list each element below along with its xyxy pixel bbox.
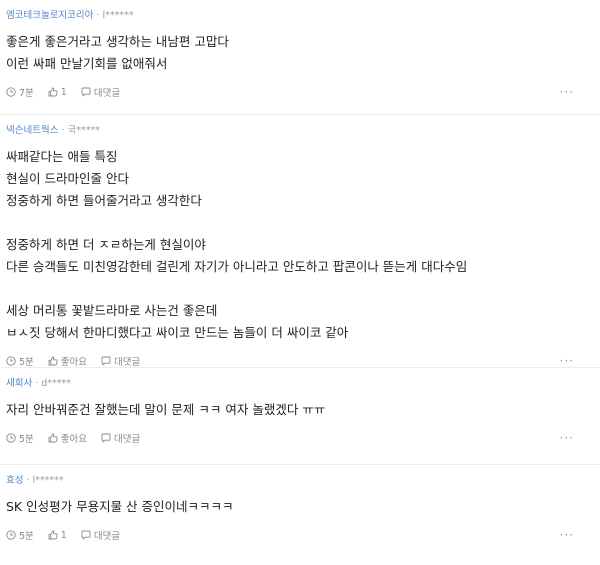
comment-footer: 5분 좋아요 대댓글 ··· xyxy=(6,431,600,445)
comment-text: 좋은게 좋은거라고 생각하는 내남편 고맙다 이런 싸패 만날기회를 없애줘서 xyxy=(6,31,600,75)
separator: · xyxy=(35,378,39,389)
time-label: 5분 xyxy=(19,531,34,542)
comment-line: 정중하게 하면 더 ㅈㄹ하는게 현실이야 xyxy=(6,237,206,252)
thumbs-up-icon xyxy=(48,87,58,97)
speech-bubble-icon xyxy=(81,530,91,540)
time-label: 5분 xyxy=(19,434,34,445)
clock-icon xyxy=(6,530,16,540)
reply-button[interactable]: 대댓글 xyxy=(101,431,140,445)
comment-header: 넥슨네트웍스 · 국***** xyxy=(6,115,600,137)
reply-label: 대댓글 xyxy=(114,434,141,445)
comment-line: SK 인성평가 무용지물 산 증인이네ㅋㅋㅋㅋ xyxy=(6,499,234,514)
reply-label: 대댓글 xyxy=(93,88,121,99)
speech-bubble-icon xyxy=(81,87,91,97)
clock-icon xyxy=(6,87,16,97)
separator: · xyxy=(26,475,30,486)
company-name[interactable]: 새회사 xyxy=(6,378,32,390)
comment-text: 자리 안바꿔준건 잘했는데 말이 문제 ㅋㅋ 여자 놀랬겠다 ㅠㅠ xyxy=(6,399,600,421)
separator: · xyxy=(61,125,65,136)
author-name: l****** xyxy=(32,475,64,486)
comment-text: SK 인성평가 무용지물 산 증인이네ㅋㅋㅋㅋ xyxy=(6,496,600,518)
like-button[interactable]: 1 xyxy=(48,87,67,98)
comment-line: ㅂㅅ짓 당해서 한마디했다고 싸이코 만드는 놈들이 더 싸이코 같아 xyxy=(6,325,349,340)
like-button[interactable]: 좋아요 xyxy=(48,354,87,368)
company-name[interactable]: 엠코테크놀로지코리아 xyxy=(6,10,93,22)
more-dots-icon[interactable]: ··· xyxy=(560,85,574,99)
reply-button[interactable]: 대댓글 xyxy=(81,85,120,99)
like-count: 1 xyxy=(60,529,67,541)
comment-item: 효성 · l****** SK 인성평가 무용지물 산 증인이네ㅋㅋㅋㅋ 5분 … xyxy=(0,465,600,563)
like-label: 좋아요 xyxy=(60,357,88,368)
comment-item: 넥슨네트웍스 · 국***** 싸패같다는 애들 특징 현실이 드라마인줄 안다… xyxy=(0,115,600,368)
reply-label: 대댓글 xyxy=(93,531,121,542)
clock-icon xyxy=(6,433,16,443)
reply-label: 대댓글 xyxy=(114,357,141,368)
thumbs-up-icon xyxy=(48,530,58,540)
separator: · xyxy=(96,10,100,21)
author-name: d***** xyxy=(41,378,72,389)
company-name[interactable]: 효성 xyxy=(6,475,23,487)
time-label: 7분 xyxy=(19,88,34,99)
comment-header: 엠코테크놀로지코리아 · l****** xyxy=(6,0,600,22)
comment-line xyxy=(6,278,600,300)
author-name: 국***** xyxy=(67,125,100,136)
comment-text: 싸패같다는 애들 특징 현실이 드라마인줄 안다 정중하게 하면 들어줄거라고 … xyxy=(6,146,600,344)
like-button[interactable]: 좋아요 xyxy=(48,431,87,445)
clock-icon xyxy=(6,356,16,366)
comment-line: 좋은게 좋은거라고 생각하는 내남편 고맙다 xyxy=(6,34,229,49)
comment-line: 현실이 드라마인줄 안다 xyxy=(6,171,129,186)
reply-button[interactable]: 대댓글 xyxy=(101,354,140,368)
speech-bubble-icon xyxy=(101,433,111,443)
like-count: 1 xyxy=(60,86,67,98)
comment-line: 다른 승객들도 미친영감한테 걸린게 자기가 아니라고 안도하고 팝콘이나 뜯는… xyxy=(6,259,468,274)
more-dots-icon[interactable]: ··· xyxy=(560,354,574,368)
comment-line xyxy=(6,212,600,234)
speech-bubble-icon xyxy=(101,356,111,366)
timestamp: 5분 xyxy=(6,431,34,445)
comment-header: 새회사 · d***** xyxy=(6,368,600,390)
comment-item: 새회사 · d***** 자리 안바꿔준건 잘했는데 말이 문제 ㅋㅋ 여자 놀… xyxy=(0,368,600,465)
comment-item: 엠코테크놀로지코리아 · l****** 좋은게 좋은거라고 생각하는 내남편 … xyxy=(0,0,600,115)
thumbs-up-icon xyxy=(48,433,58,443)
company-name[interactable]: 넥슨네트웍스 xyxy=(6,125,58,137)
author-name: l****** xyxy=(102,10,134,21)
like-button[interactable]: 1 xyxy=(48,530,67,541)
comment-footer: 5분 1 대댓글 ··· xyxy=(6,528,600,542)
like-label: 좋아요 xyxy=(60,434,88,445)
comment-line: 세상 머리통 꽃밭드라마로 사는건 좋은데 xyxy=(6,303,218,318)
comment-line: 정중하게 하면 들어줄거라고 생각한다 xyxy=(6,193,202,208)
comment-list: 엠코테크놀로지코리아 · l****** 좋은게 좋은거라고 생각하는 내남편 … xyxy=(0,0,600,563)
comment-line: 싸패같다는 애들 특징 xyxy=(6,149,118,164)
comment-line: 자리 안바꿔준건 잘했는데 말이 문제 ㅋㅋ 여자 놀랬겠다 ㅠㅠ xyxy=(6,402,326,417)
more-dots-icon[interactable]: ··· xyxy=(560,431,574,445)
comment-line: 이런 싸패 만날기회를 없애줘서 xyxy=(6,56,168,71)
thumbs-up-icon xyxy=(48,356,58,366)
comment-header: 효성 · l****** xyxy=(6,465,600,487)
timestamp: 5분 xyxy=(6,528,34,542)
reply-button[interactable]: 대댓글 xyxy=(81,528,120,542)
more-dots-icon[interactable]: ··· xyxy=(560,528,574,542)
comment-footer: 7분 1 대댓글 ··· xyxy=(6,85,600,99)
timestamp: 7분 xyxy=(6,85,34,99)
comment-footer: 5분 좋아요 대댓글 ··· xyxy=(6,354,600,368)
timestamp: 5분 xyxy=(6,354,34,368)
time-label: 5분 xyxy=(19,357,34,368)
